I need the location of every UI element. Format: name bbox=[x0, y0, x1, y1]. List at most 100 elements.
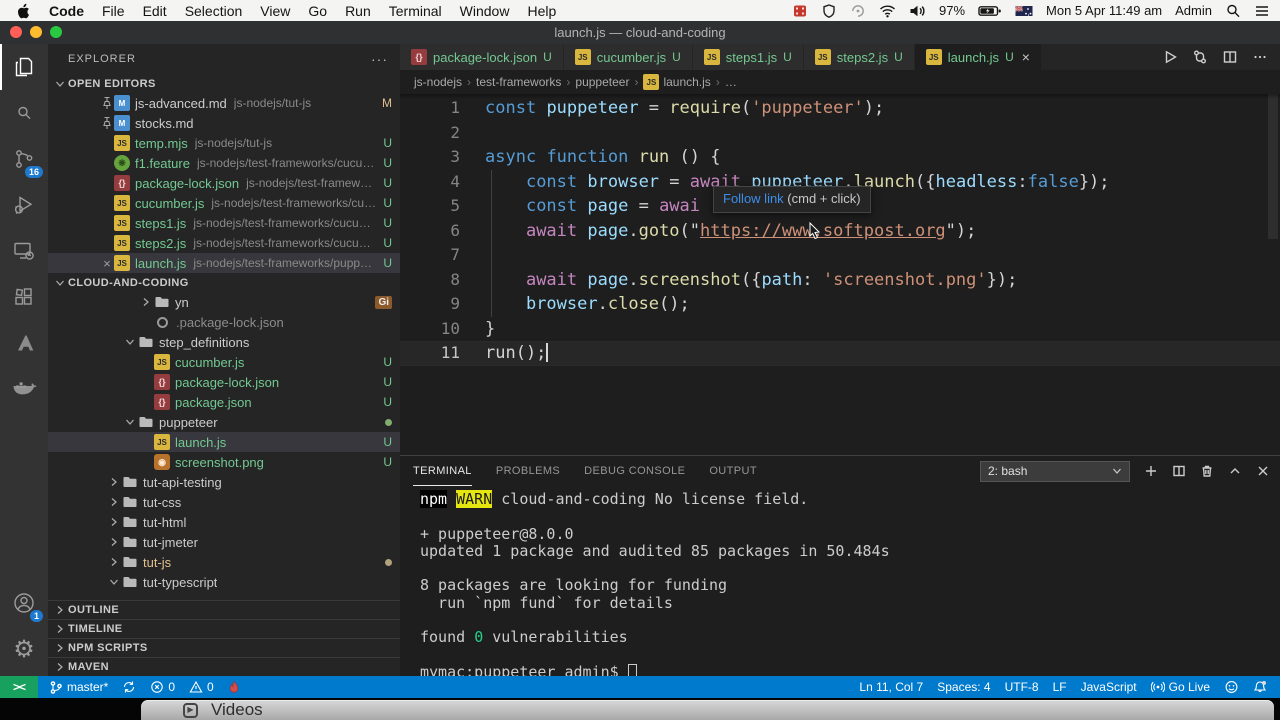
open-editor-item[interactable]: Mjs-advanced.md js-nodejs/tut-js M bbox=[48, 93, 400, 113]
breadcrumb-item[interactable]: puppeteer bbox=[575, 75, 629, 89]
close-window-button[interactable] bbox=[10, 26, 22, 38]
tree-item-step-definitions[interactable]: step_definitions bbox=[48, 332, 400, 352]
status-cursor-position[interactable]: Ln 11, Col 7 bbox=[852, 680, 930, 694]
status-feedback[interactable] bbox=[1217, 680, 1246, 694]
tab-steps2-js[interactable]: JS steps2.js U bbox=[803, 44, 915, 70]
tree-item-puppeteer[interactable]: puppeteer bbox=[48, 412, 400, 432]
extensions-activity-button[interactable] bbox=[0, 274, 48, 320]
search-icon[interactable] bbox=[1225, 3, 1241, 19]
volume-icon[interactable] bbox=[909, 4, 926, 18]
status-eol[interactable]: LF bbox=[1046, 680, 1074, 694]
status-warnings[interactable]: 0 bbox=[182, 680, 221, 694]
split-button[interactable] bbox=[1172, 464, 1186, 478]
status-encoding[interactable]: UTF-8 bbox=[998, 680, 1046, 694]
status-go-live[interactable]: Go Live bbox=[1144, 680, 1217, 694]
azure-activity-button[interactable] bbox=[0, 320, 48, 366]
status-indentation[interactable]: Spaces: 4 bbox=[930, 680, 997, 694]
tree-item-tut-jmeter[interactable]: tut-jmeter bbox=[48, 532, 400, 552]
code-line[interactable]: 10} bbox=[400, 317, 1280, 342]
status-errors[interactable]: 0 bbox=[143, 680, 182, 694]
menu-window[interactable]: Window bbox=[451, 3, 519, 19]
files-activity-button[interactable] bbox=[0, 44, 48, 90]
flag-icon[interactable] bbox=[1015, 4, 1033, 17]
docker-activity-button[interactable] bbox=[0, 366, 48, 412]
status-notifications[interactable] bbox=[1246, 680, 1274, 694]
remote-indicator[interactable]: >< bbox=[0, 676, 38, 698]
breadcrumb-item[interactable]: test-frameworks bbox=[476, 75, 561, 89]
code-editor[interactable]: 1 const puppeteer = require('puppeteer');… bbox=[400, 94, 1280, 455]
tree-item--package-lock-json[interactable]: .package-lock.json bbox=[48, 312, 400, 332]
menu-selection[interactable]: Selection bbox=[176, 3, 252, 19]
debug-activity-button[interactable] bbox=[0, 182, 48, 228]
tree-item-screenshot-png[interactable]: ◉ screenshot.png U bbox=[48, 452, 400, 472]
tree-item-cucumber-js[interactable]: JS cucumber.js U bbox=[48, 352, 400, 372]
shield-icon[interactable] bbox=[821, 3, 837, 19]
breadcrumb-item[interactable]: JS launch.js bbox=[643, 74, 711, 90]
user-menu[interactable]: Admin bbox=[1175, 3, 1212, 18]
clock[interactable]: Mon 5 Apr 11:49 am bbox=[1046, 3, 1162, 18]
menu-view[interactable]: View bbox=[251, 3, 299, 19]
open-editor-item[interactable]: × JS launch.js js-nodejs/test-frameworks/pu… bbox=[48, 253, 400, 273]
menu-terminal[interactable]: Terminal bbox=[380, 3, 451, 19]
chevron-up-button[interactable] bbox=[1228, 464, 1242, 478]
open-editor-item[interactable]: JS temp.mjs js-nodejs/tut-js U bbox=[48, 133, 400, 153]
code-line[interactable]: 9 browser.close(); bbox=[400, 292, 1280, 317]
open-editors-header[interactable]: OPEN EDITORS bbox=[48, 74, 400, 93]
code-line[interactable]: 8 await page.screenshot({path: 'screensh… bbox=[400, 268, 1280, 293]
apple-menu[interactable] bbox=[10, 3, 40, 19]
tree-item-tut-js[interactable]: tut-js bbox=[48, 552, 400, 572]
menu-help[interactable]: Help bbox=[518, 3, 565, 19]
status-git-branch[interactable]: master* bbox=[42, 680, 115, 695]
status-flame[interactable] bbox=[221, 680, 247, 694]
menu-list-icon[interactable] bbox=[1254, 4, 1270, 18]
plus-button[interactable] bbox=[1144, 464, 1158, 478]
status-language-mode[interactable]: JavaScript bbox=[1074, 680, 1144, 694]
wifi-icon[interactable] bbox=[879, 4, 896, 18]
tree-item-package-lock-json[interactable]: {} package-lock.json U bbox=[48, 372, 400, 392]
remote-activity-button[interactable] bbox=[0, 228, 48, 274]
compare-button[interactable] bbox=[1192, 49, 1208, 65]
tab-package-lock-json[interactable]: {} package-lock.json U bbox=[400, 44, 564, 70]
section-maven[interactable]: MAVEN bbox=[48, 657, 400, 676]
code-line[interactable]: 7 bbox=[400, 243, 1280, 268]
code-line[interactable]: 1 const puppeteer = require('puppeteer'); bbox=[400, 96, 1280, 121]
close-icon[interactable]: × bbox=[1022, 49, 1030, 65]
account-button[interactable]: 1 bbox=[0, 580, 48, 626]
menu-file[interactable]: File bbox=[93, 3, 134, 19]
battery-icon[interactable] bbox=[978, 4, 1002, 18]
split-editor-button[interactable] bbox=[1222, 49, 1238, 65]
tree-item-tut-typescript[interactable]: tut-typescript bbox=[48, 572, 400, 592]
open-editor-item[interactable]: Mstocks.md bbox=[48, 113, 400, 133]
code-line[interactable]: 3 async function run () { bbox=[400, 145, 1280, 170]
panel-tab-problems[interactable]: PROBLEMS bbox=[496, 456, 560, 486]
spiral-icon[interactable] bbox=[850, 3, 866, 19]
tree-item-yn[interactable]: yn Gi bbox=[48, 292, 400, 312]
tab-cucumber-js[interactable]: JS cucumber.js U bbox=[563, 44, 693, 70]
run-button[interactable] bbox=[1162, 49, 1178, 65]
tree-item-tut-api-testing[interactable]: tut-api-testing bbox=[48, 472, 400, 492]
menu-go[interactable]: Go bbox=[299, 3, 336, 19]
open-editor-item[interactable]: JS steps2.js js-nodejs/test-frameworks/cuc… bbox=[48, 233, 400, 253]
search-activity-button[interactable] bbox=[0, 90, 48, 136]
breadcrumb[interactable]: js-nodejs › test-frameworks › puppeteer › JS la… bbox=[400, 70, 1280, 94]
film-icon[interactable] bbox=[792, 3, 808, 19]
tree-item-launch-js[interactable]: JS launch.js U bbox=[48, 432, 400, 452]
follow-link-text[interactable]: Follow link bbox=[723, 187, 784, 212]
open-editor-item[interactable]: {} package-lock.json js-nodejs/test-framew… bbox=[48, 173, 400, 193]
panel-tab-debug-console[interactable]: DEBUG CONSOLE bbox=[584, 456, 685, 486]
close-icon[interactable]: × bbox=[100, 256, 114, 271]
breadcrumb-item[interactable]: … bbox=[725, 75, 737, 89]
tree-item-package-json[interactable]: {} package.json U bbox=[48, 392, 400, 412]
menu-code[interactable]: Code bbox=[40, 3, 93, 19]
close-button[interactable] bbox=[1256, 464, 1270, 478]
status-sync[interactable] bbox=[115, 680, 143, 694]
menu-run[interactable]: Run bbox=[336, 3, 380, 19]
code-line[interactable]: 2 bbox=[400, 121, 1280, 146]
terminal-output[interactable]: npm WARN cloud-and-coding No license fie… bbox=[400, 486, 1280, 681]
tab-steps1-js[interactable]: JS steps1.js U bbox=[692, 44, 804, 70]
zoom-window-button[interactable] bbox=[50, 26, 62, 38]
source-control-activity-button[interactable]: 16 bbox=[0, 136, 48, 182]
section-npm-scripts[interactable]: NPM SCRIPTS bbox=[48, 638, 400, 657]
minimize-window-button[interactable] bbox=[30, 26, 42, 38]
menu-edit[interactable]: Edit bbox=[134, 3, 176, 19]
